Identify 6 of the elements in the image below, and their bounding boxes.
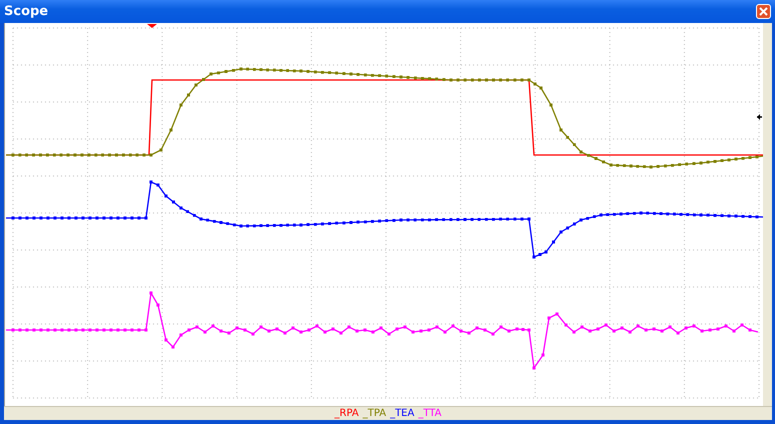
close-button[interactable] xyxy=(756,4,771,19)
legend-label: _TEA xyxy=(390,408,414,419)
legend-label: _TPA xyxy=(362,408,386,419)
legend-label: _RPA xyxy=(334,408,359,419)
legend-label: _TTA xyxy=(418,408,442,419)
window-title: Scope xyxy=(4,4,48,19)
